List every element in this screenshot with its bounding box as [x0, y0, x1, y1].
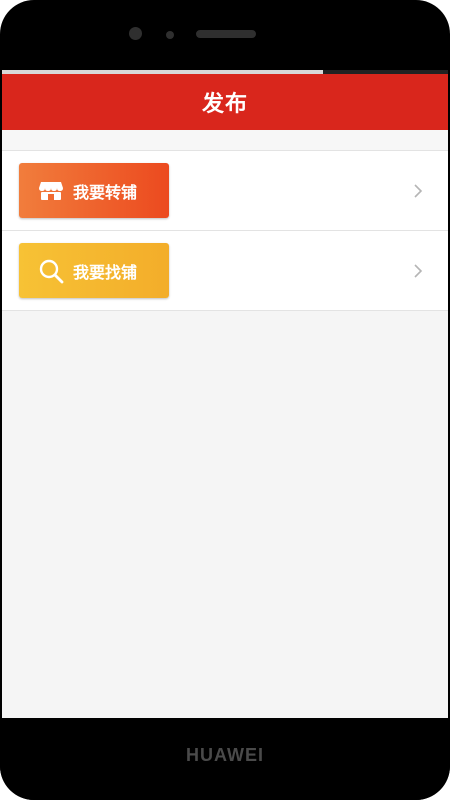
device-brand-label: HUAWEI	[186, 745, 264, 765]
chevron-right-icon	[409, 262, 427, 280]
page-title: 发布	[201, 92, 248, 117]
list-item-find-shop[interactable]: 我要找铺	[2, 231, 448, 311]
earpiece-speaker	[196, 30, 256, 38]
find-shop-label: 我要找铺	[73, 262, 138, 282]
transfer-shop-label: 我要转铺	[73, 182, 138, 202]
list-item-transfer-shop[interactable]: 我要转铺	[2, 151, 448, 231]
search-icon	[37, 257, 65, 285]
proximity-sensor	[166, 31, 174, 39]
app-screen: 发布 我要转铺 我要找铺	[2, 70, 448, 718]
front-camera	[129, 27, 142, 40]
section-spacer	[2, 130, 448, 151]
chevron-right-icon	[409, 182, 427, 200]
find-shop-button[interactable]: 我要找铺	[19, 243, 169, 298]
shop-icon	[37, 177, 65, 205]
transfer-shop-button[interactable]: 我要转铺	[19, 163, 169, 218]
phone-frame: 发布 我要转铺 我要找铺 HUAWEI	[0, 0, 450, 800]
title-bar: 发布	[2, 74, 448, 130]
